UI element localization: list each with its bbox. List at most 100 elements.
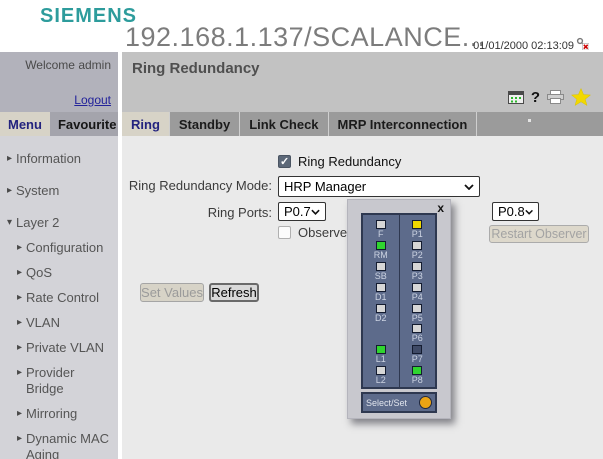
ring-redundancy-mode-value: HRP Manager <box>284 179 366 194</box>
led-p2 <box>412 241 422 250</box>
set-values-button[interactable]: Set Values <box>140 283 204 302</box>
top-header: SIEMENS 192.168.1.137/SCALANCE... 01/01/… <box>0 0 603 52</box>
led-label-l2: L2 <box>376 375 386 385</box>
chevron-right-icon: ▸ <box>17 290 26 306</box>
close-icon[interactable]: x <box>437 201 444 215</box>
sidebar-item-label: Layer 2 <box>16 215 59 231</box>
led-column-status: F RM SB D1 D2 L1 L2 <box>363 215 399 387</box>
sidebar-item-layer-2[interactable]: ▾Layer 2 <box>7 215 114 231</box>
sidebar-item-private-vlan[interactable]: ▸Private VLAN <box>17 340 114 356</box>
tab-ring[interactable]: Ring <box>122 112 170 136</box>
device-title: 192.168.1.137/SCALANCE... <box>125 22 486 53</box>
sidebar-item-label: Dynamic MAC Aging <box>26 431 114 459</box>
led-label-p2: P2 <box>412 250 423 260</box>
sidebar-item-label: System <box>16 183 59 199</box>
sidebar: Welcome admin Logout MenuFavourite ▸Info… <box>0 52 118 459</box>
sidebar-item-label: Mirroring <box>26 406 77 422</box>
led-label-p1: P1 <box>412 229 423 239</box>
sidebar-item-provider-bridge[interactable]: ▸Provider Bridge <box>17 365 114 397</box>
observer-checkbox-label: Observer <box>298 225 351 240</box>
tab-link-check[interactable]: Link Check <box>240 112 328 136</box>
sidebar-tab-favourite[interactable]: Favourite <box>50 112 125 136</box>
tab-standby[interactable]: Standby <box>170 112 240 136</box>
ring-redundancy-mode-select[interactable]: HRP Manager <box>278 176 480 197</box>
chevron-down-icon <box>311 209 320 215</box>
sidebar-tabs: MenuFavourite <box>0 112 118 136</box>
sidebar-item-label: Rate Control <box>26 290 99 306</box>
led-panel-popup: x FRMSBD1D2L1L2 P1P2P3P4P5P6P7P8 Select/… <box>347 199 451 419</box>
sidebar-item-system[interactable]: ▸System <box>7 183 114 199</box>
ring-ports-label: Ring Ports: <box>122 205 272 220</box>
led-label-l1: L1 <box>376 354 386 364</box>
led-p5 <box>412 304 422 313</box>
siemens-logo: SIEMENS <box>40 5 137 28</box>
sidebar-item-vlan[interactable]: ▸VLAN <box>17 315 114 331</box>
led-p4 <box>412 283 422 292</box>
ring-redundancy-mode-label: Ring Redundancy Mode: <box>122 178 272 193</box>
led-label-p8: P8 <box>412 375 423 385</box>
led-label-sb: SB <box>375 271 387 281</box>
led-simulation-icon[interactable] <box>508 91 524 104</box>
main-tabbar: RingStandbyLink CheckMRP Interconnection <box>122 112 603 136</box>
chevron-right-icon: ▸ <box>17 365 26 381</box>
select-set-label: Select/Set <box>366 398 407 408</box>
favourite-star-icon[interactable] <box>571 88 591 106</box>
led-label-rm: RM <box>374 250 388 260</box>
ring-port-a-select[interactable]: P0.7 <box>278 202 326 221</box>
sidebar-item-label: Private VLAN <box>26 340 104 356</box>
device-faceplate: FRMSBD1D2L1L2 P1P2P3P4P5P6P7P8 Select/Se… <box>361 213 437 413</box>
sidebar-item-configuration[interactable]: ▸Configuration <box>17 240 114 256</box>
chevron-right-icon: ▸ <box>17 265 26 281</box>
chevron-right-icon: ▸ <box>17 315 26 331</box>
sidebar-item-label: VLAN <box>26 315 60 331</box>
chevron-right-icon: ▸ <box>17 406 26 422</box>
chevron-right-icon: ▸ <box>7 151 16 167</box>
tab-mrp-interconnection[interactable]: MRP Interconnection <box>329 112 478 136</box>
help-icon[interactable]: ? <box>531 89 540 106</box>
sidebar-item-dynamic-mac-aging[interactable]: ▸Dynamic MAC Aging <box>17 431 114 459</box>
sidebar-nav: ▸Information▸System▾Layer 2▸Configuratio… <box>0 136 118 459</box>
print-icon[interactable] <box>547 90 564 104</box>
chevron-down-icon <box>525 209 533 215</box>
led-label-f: F <box>378 229 384 239</box>
led-l1 <box>376 345 386 354</box>
led-p8 <box>412 366 422 375</box>
sidebar-item-rate-control[interactable]: ▸Rate Control <box>17 290 114 306</box>
led-f <box>376 220 386 229</box>
led-column-ports: P1P2P3P4P5P6P7P8 <box>399 215 436 387</box>
refresh-button[interactable]: Refresh <box>209 283 259 302</box>
page-title: Ring Redundancy <box>132 60 260 77</box>
chevron-right-icon: ▸ <box>17 431 26 447</box>
led-label-d1: D1 <box>375 292 387 302</box>
led-label-d2: D2 <box>375 313 387 323</box>
logout-link[interactable]: Logout <box>74 93 111 107</box>
led-p6 <box>412 324 422 333</box>
chevron-down-icon <box>464 184 474 190</box>
sidebar-item-label: QoS <box>26 265 52 281</box>
led-label-p5: P5 <box>412 313 423 323</box>
sidebar-item-qos[interactable]: ▸QoS <box>17 265 114 281</box>
ring-redundancy-checkbox-label: Ring Redundancy <box>298 154 401 169</box>
chevron-right-icon: ▸ <box>17 240 26 256</box>
sidebar-tab-menu[interactable]: Menu <box>0 112 50 136</box>
chevron-down-icon: ▾ <box>7 215 16 231</box>
content-header: Ring Redundancy ? <box>122 52 603 112</box>
restart-observer-button[interactable]: Restart Observer <box>489 225 589 243</box>
welcome-box: Welcome admin Logout <box>0 52 118 112</box>
led-label-p7: P7 <box>412 354 423 364</box>
sidebar-item-information[interactable]: ▸Information <box>7 151 114 167</box>
led-rm <box>376 241 386 250</box>
ring-port-b-value: P0.8 <box>498 204 525 219</box>
ring-redundancy-checkbox[interactable] <box>278 155 291 168</box>
led-d1 <box>376 283 386 292</box>
observer-checkbox[interactable] <box>278 226 291 239</box>
sidebar-item-label: Information <box>16 151 81 167</box>
datetime: 01/01/2000 02:13:09 <box>473 40 574 52</box>
chevron-right-icon: ▸ <box>17 340 26 356</box>
ring-port-b-select[interactable]: P0.8 <box>492 202 539 221</box>
welcome-text: Welcome admin <box>25 58 111 72</box>
select-set-button[interactable] <box>419 396 432 409</box>
led-label-p3: P3 <box>412 271 423 281</box>
led-label-p6: P6 <box>412 333 423 343</box>
sidebar-item-mirroring[interactable]: ▸Mirroring <box>17 406 114 422</box>
